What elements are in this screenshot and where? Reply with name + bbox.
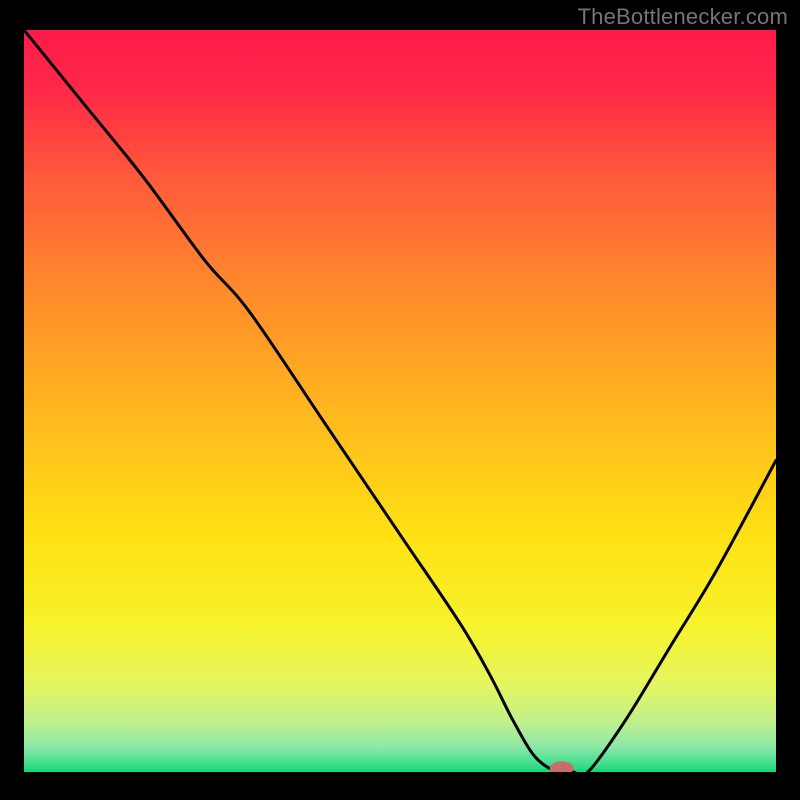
chart-frame: TheBottlenecker.com bbox=[0, 0, 800, 800]
baseline-strip bbox=[24, 769, 776, 772]
watermark-label: TheBottlenecker.com bbox=[578, 4, 788, 30]
chart-plot-area bbox=[24, 30, 776, 772]
chart-svg bbox=[24, 30, 776, 772]
